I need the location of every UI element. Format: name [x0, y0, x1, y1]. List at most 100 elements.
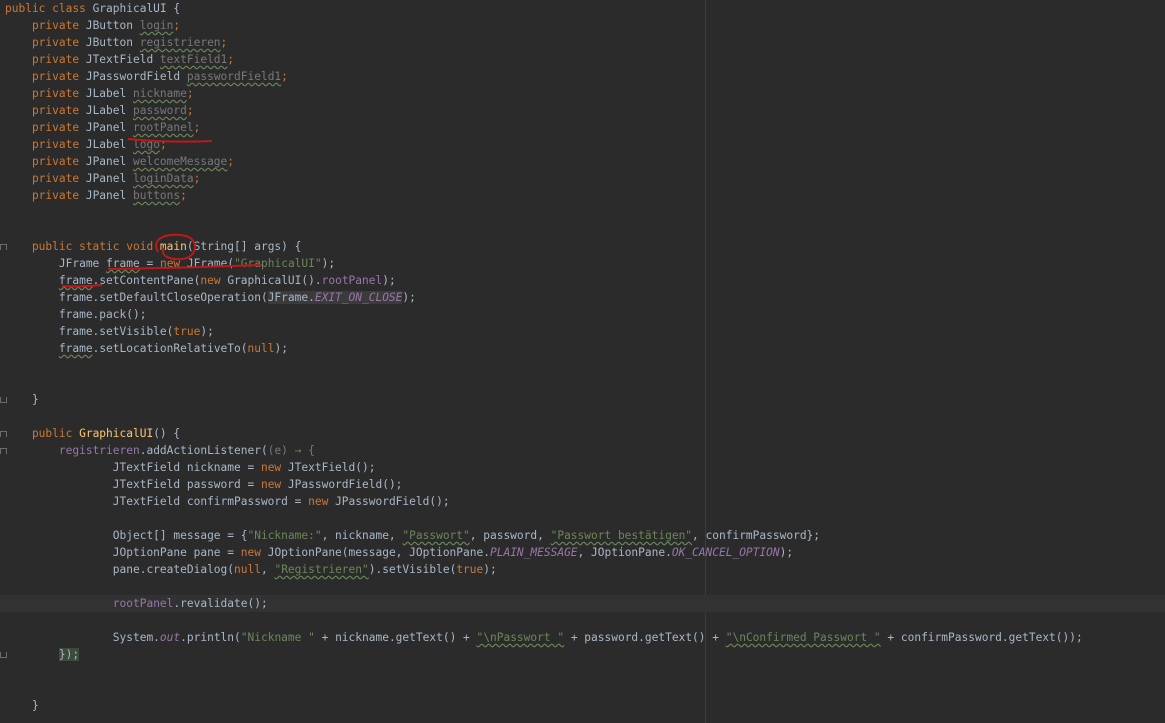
code-line[interactable]: JTextField password = new JPasswordField…: [0, 476, 1165, 493]
code-line[interactable]: rootPanel.revalidate();: [0, 595, 1165, 612]
code-token: );: [200, 325, 214, 338]
code-token: GraphicalUI: [92, 2, 167, 15]
code-token: }: [5, 699, 39, 712]
code-line[interactable]: }: [0, 697, 1165, 714]
code-line[interactable]: frame.setLocationRelativeTo(null);: [0, 340, 1165, 357]
code-token: ;: [281, 70, 288, 83]
code-line[interactable]: private JLabel password;: [0, 102, 1165, 119]
code-token: .addActionListener(: [139, 444, 268, 457]
code-line[interactable]: JTextField nickname = new JTextField();: [0, 459, 1165, 476]
code-line[interactable]: frame.setDefaultCloseOperation(JFrame.EX…: [0, 289, 1165, 306]
code-line[interactable]: frame.pack();: [0, 306, 1165, 323]
code-line[interactable]: }: [0, 391, 1165, 408]
code-line[interactable]: private JButton registrieren;: [0, 34, 1165, 51]
code-token: );: [321, 257, 336, 270]
code-token: PLAIN_MESSAGE: [489, 546, 578, 559]
code-token: private: [5, 155, 86, 168]
code-token: .setLocationRelativeTo(: [92, 342, 248, 355]
code-line[interactable]: frame.setContentPane(new GraphicalUI().r…: [0, 272, 1165, 289]
code-token: "Registrieren": [274, 563, 369, 576]
code-token: "Passwort bestätigen": [550, 529, 693, 542]
code-token: private: [5, 53, 86, 66]
code-token: frame.pack();: [5, 308, 147, 321]
fold-marker-icon[interactable]: [0, 397, 7, 403]
code-token: Object[] message = {: [5, 529, 248, 542]
code-token: , confirmPassword};: [692, 529, 821, 542]
code-line[interactable]: System.out.println("Nickname " + nicknam…: [0, 629, 1165, 646]
code-editor[interactable]: public class GraphicalUI { private JButt…: [0, 0, 1165, 723]
code-token: (String[] args) {: [186, 240, 302, 253]
code-token: JPanel: [85, 172, 133, 185]
fold-marker-icon[interactable]: [0, 431, 7, 437]
code-token: private: [5, 70, 86, 83]
code-token: rootPanel: [132, 121, 194, 134]
code-token: true: [173, 325, 201, 338]
code-token: ;: [186, 104, 194, 117]
fold-marker-icon[interactable]: [0, 448, 7, 454]
code-line[interactable]: private JPanel loginData;: [0, 170, 1165, 187]
code-token: JPasswordField();: [287, 478, 403, 491]
code-line[interactable]: private JPanel rootPanel;: [0, 119, 1165, 136]
code-token: ;: [180, 189, 187, 202]
code-line[interactable]: private JTextField textField1;: [0, 51, 1165, 68]
code-token: .revalidate();: [173, 597, 268, 610]
fold-marker-icon[interactable]: [0, 652, 7, 658]
code-token: JTextField nickname =: [5, 461, 261, 474]
code-line[interactable]: [0, 510, 1165, 527]
code-token: frame: [106, 257, 140, 270]
code-token: new: [308, 495, 336, 508]
code-line[interactable]: public static void main(String[] args) {: [0, 238, 1165, 255]
code-token: JPasswordField: [85, 70, 187, 83]
code-token: frame: [58, 342, 93, 355]
code-token: private: [5, 19, 86, 32]
code-line[interactable]: [0, 612, 1165, 629]
code-token: JFrame(: [186, 257, 235, 270]
code-line[interactable]: [0, 663, 1165, 680]
code-line[interactable]: JTextField confirmPassword = new JPasswo…: [0, 493, 1165, 510]
code-token: JTextField password =: [5, 478, 261, 491]
code-line[interactable]: private JLabel logo;: [0, 136, 1165, 153]
code-line[interactable]: Object[] message = {"Nickname:", nicknam…: [0, 527, 1165, 544]
code-token: logo: [132, 138, 160, 151]
code-line[interactable]: private JButton login;: [0, 17, 1165, 34]
code-token: private: [5, 104, 86, 117]
code-line[interactable]: public GraphicalUI() {: [0, 425, 1165, 442]
fold-marker-icon[interactable]: [0, 244, 7, 250]
code-line[interactable]: [0, 680, 1165, 697]
code-line[interactable]: private JPanel welcomeMessage;: [0, 153, 1165, 170]
code-token: JTextField();: [287, 461, 376, 474]
code-token: "\nPasswort ": [476, 631, 565, 644]
code-token: public static void: [5, 240, 160, 253]
code-line[interactable]: [0, 204, 1165, 221]
code-line[interactable]: frame.setVisible(true);: [0, 323, 1165, 340]
code-token: JOptionPane pane =: [5, 546, 241, 559]
code-token: "GraphicalUI": [234, 257, 322, 270]
code-line[interactable]: JOptionPane pane = new JOptionPane(messa…: [0, 544, 1165, 561]
code-token: System.: [5, 631, 160, 644]
code-line[interactable]: [0, 221, 1165, 238]
code-token: OK_CANCEL_OPTION: [671, 546, 780, 559]
code-token: frame.setVisible(: [5, 325, 174, 338]
code-token: + confirmPassword.getText());: [880, 631, 1083, 644]
code-token: , nickname,: [321, 529, 403, 542]
code-token: null: [234, 563, 261, 576]
code-line[interactable]: private JLabel nickname;: [0, 85, 1165, 102]
code-line[interactable]: [0, 374, 1165, 391]
code-line[interactable]: [0, 408, 1165, 425]
code-token: );: [402, 291, 416, 304]
code-line[interactable]: public class GraphicalUI {: [0, 0, 1165, 17]
code-line[interactable]: [0, 578, 1165, 595]
code-token: );: [779, 546, 794, 559]
code-line[interactable]: });: [0, 646, 1165, 663]
code-line[interactable]: pane.createDialog(null, "Registrieren").…: [0, 561, 1165, 578]
code-token: frame: [58, 274, 93, 287]
code-line[interactable]: private JPasswordField passwordField1;: [0, 68, 1165, 85]
code-token: {: [166, 2, 181, 15]
code-token: JTextField: [85, 53, 160, 66]
code-line[interactable]: JFrame frame = new JFrame("GraphicalUI")…: [0, 255, 1165, 272]
code-line[interactable]: private JPanel buttons;: [0, 187, 1165, 204]
code-line[interactable]: [0, 357, 1165, 374]
code-line[interactable]: registrieren.addActionListener((e) → {: [0, 442, 1165, 459]
